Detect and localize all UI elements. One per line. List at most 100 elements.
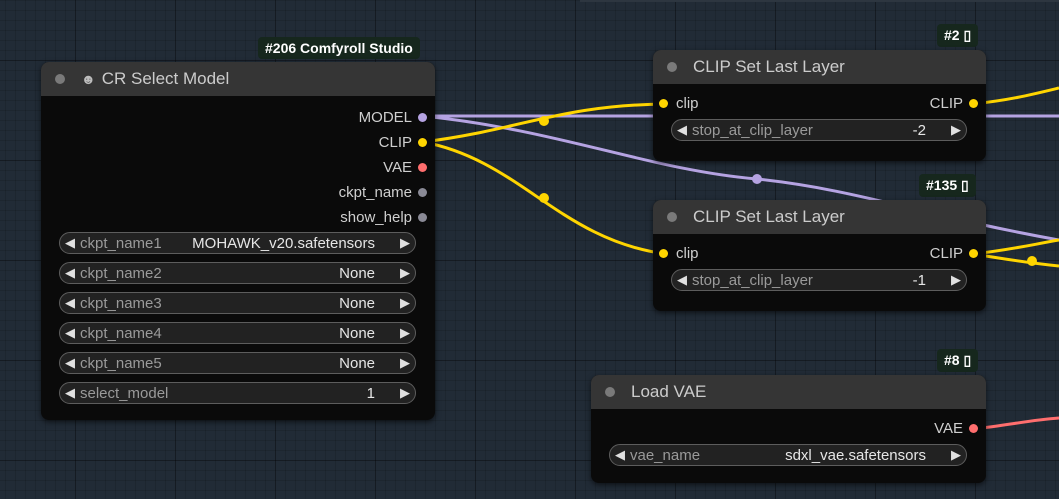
cr-select-model-node[interactable]: ☻ CR Select Model MODEL CLIP VAE ckpt_na… bbox=[41, 62, 435, 420]
combo-widget-vae-name[interactable]: ◀ vae_name sdxl_vae.safetensors ▶ bbox=[609, 444, 967, 466]
number-widget-stop-at-clip-layer[interactable]: ◀ stop_at_clip_layer -1 ▶ bbox=[671, 269, 967, 291]
widget-value: None bbox=[339, 264, 375, 282]
right-arrow-icon[interactable]: ▶ bbox=[395, 235, 415, 251]
left-arrow-icon[interactable]: ◀ bbox=[60, 235, 80, 251]
widget-label: ckpt_name1 bbox=[80, 234, 162, 252]
combo-widget-ckpt-name4[interactable]: ◀ ckpt_name4 None ▶ bbox=[59, 322, 416, 344]
node-id-badge: #206 Comfyroll Studio bbox=[258, 37, 420, 59]
avatar-icon: ☻ bbox=[81, 71, 96, 87]
clip-set-last-layer-node[interactable]: CLIP Set Last Layer clip CLIP ◀ stop_at_… bbox=[653, 50, 986, 161]
wire-reroute-dot bbox=[539, 116, 549, 126]
node-title: Load VAE bbox=[631, 382, 707, 401]
clip-socket[interactable] bbox=[969, 99, 978, 108]
widget-value: sdxl_vae.safetensors bbox=[785, 446, 926, 464]
node-title: CLIP Set Last Layer bbox=[693, 207, 845, 226]
left-arrow-icon[interactable]: ◀ bbox=[60, 355, 80, 371]
node-header[interactable]: CLIP Set Last Layer bbox=[653, 200, 986, 234]
load-vae-node[interactable]: Load VAE VAE ◀ vae_name sdxl_vae.safeten… bbox=[591, 375, 986, 483]
clip-socket[interactable] bbox=[659, 99, 668, 108]
node-id-badge: #2 ▯ bbox=[937, 24, 979, 47]
output-vae[interactable]: VAE bbox=[383, 159, 427, 176]
number-widget-stop-at-clip-layer[interactable]: ◀ stop_at_clip_layer -2 ▶ bbox=[671, 119, 967, 141]
wire-reroute-dot bbox=[539, 193, 549, 203]
output-vae[interactable]: VAE bbox=[934, 420, 978, 437]
left-arrow-icon[interactable]: ◀ bbox=[60, 265, 80, 281]
node-header[interactable]: CLIP Set Last Layer bbox=[653, 50, 986, 84]
right-arrow-icon[interactable]: ▶ bbox=[946, 447, 966, 463]
widget-label: ckpt_name2 bbox=[80, 264, 162, 282]
model-socket[interactable] bbox=[418, 113, 427, 122]
node-title: CLIP Set Last Layer bbox=[693, 57, 845, 76]
left-arrow-icon[interactable]: ◀ bbox=[672, 122, 692, 138]
output-clip[interactable]: CLIP bbox=[930, 95, 978, 112]
combo-widget-ckpt-name2[interactable]: ◀ ckpt_name2 None ▶ bbox=[59, 262, 416, 284]
vae-socket[interactable] bbox=[418, 163, 427, 172]
widget-label: vae_name bbox=[630, 446, 701, 464]
output-label: show_help bbox=[340, 209, 412, 226]
wire-reroute-dot bbox=[1027, 256, 1037, 266]
widget-value: -1 bbox=[912, 271, 926, 289]
output-label: ckpt_name bbox=[338, 184, 412, 201]
output-clip[interactable]: CLIP bbox=[930, 245, 978, 262]
input-clip[interactable]: clip bbox=[659, 245, 699, 262]
string-socket[interactable] bbox=[418, 188, 427, 197]
output-ckpt-name[interactable]: ckpt_name bbox=[339, 184, 427, 201]
widget-label: stop_at_clip_layer bbox=[692, 271, 813, 289]
input-clip[interactable]: clip bbox=[659, 95, 699, 112]
collapse-toggle[interactable] bbox=[667, 212, 677, 222]
node-id-badge: #8 ▯ bbox=[937, 349, 979, 372]
node-title: CR Select Model bbox=[101, 69, 230, 88]
combo-widget-ckpt-name1[interactable]: ◀ ckpt_name1 MOHAWK_v20.safetensors ▶ bbox=[59, 232, 416, 254]
right-arrow-icon[interactable]: ▶ bbox=[395, 265, 415, 281]
right-arrow-icon[interactable]: ▶ bbox=[395, 325, 415, 341]
combo-widget-ckpt-name3[interactable]: ◀ ckpt_name3 None ▶ bbox=[59, 292, 416, 314]
input-label: clip bbox=[676, 95, 699, 112]
output-model[interactable]: MODEL bbox=[359, 109, 427, 126]
widget-label: ckpt_name4 bbox=[80, 324, 162, 342]
output-label: CLIP bbox=[929, 245, 963, 262]
node-id-badge: #135 ▯ bbox=[919, 174, 976, 197]
right-arrow-icon[interactable]: ▶ bbox=[395, 385, 415, 401]
output-show-help[interactable]: show_help bbox=[340, 209, 427, 226]
clip-socket[interactable] bbox=[659, 249, 668, 258]
vae-socket[interactable] bbox=[969, 424, 978, 433]
left-arrow-icon[interactable]: ◀ bbox=[672, 272, 692, 288]
output-label: MODEL bbox=[358, 109, 412, 126]
wire-reroute-dot bbox=[752, 174, 762, 184]
left-arrow-icon[interactable]: ◀ bbox=[60, 325, 80, 341]
node-header[interactable]: Load VAE bbox=[591, 375, 986, 409]
left-arrow-icon[interactable]: ◀ bbox=[610, 447, 630, 463]
right-arrow-icon[interactable]: ▶ bbox=[946, 272, 966, 288]
widget-value: None bbox=[339, 294, 375, 312]
right-arrow-icon[interactable]: ▶ bbox=[395, 355, 415, 371]
input-label: clip bbox=[676, 245, 699, 262]
widget-label: ckpt_name5 bbox=[80, 354, 162, 372]
number-widget-select-model[interactable]: ◀ select_model 1 ▶ bbox=[59, 382, 416, 404]
node-header[interactable]: ☻ CR Select Model bbox=[41, 62, 435, 96]
right-arrow-icon[interactable]: ▶ bbox=[395, 295, 415, 311]
left-arrow-icon[interactable]: ◀ bbox=[60, 385, 80, 401]
widget-value: 1 bbox=[366, 384, 375, 402]
output-label: VAE bbox=[383, 159, 412, 176]
right-arrow-icon[interactable]: ▶ bbox=[946, 122, 966, 138]
output-clip[interactable]: CLIP bbox=[379, 134, 427, 151]
widget-value: None bbox=[339, 354, 375, 372]
widget-label: stop_at_clip_layer bbox=[692, 121, 813, 139]
output-label: CLIP bbox=[929, 95, 963, 112]
clip-set-last-layer-node[interactable]: CLIP Set Last Layer clip CLIP ◀ stop_at_… bbox=[653, 200, 986, 311]
output-label: VAE bbox=[934, 420, 963, 437]
widget-value: -2 bbox=[912, 121, 926, 139]
collapse-toggle[interactable] bbox=[605, 387, 615, 397]
collapse-toggle[interactable] bbox=[55, 74, 65, 84]
combo-widget-ckpt-name5[interactable]: ◀ ckpt_name5 None ▶ bbox=[59, 352, 416, 374]
clip-socket[interactable] bbox=[418, 138, 427, 147]
string-socket[interactable] bbox=[418, 213, 427, 222]
output-label: CLIP bbox=[378, 134, 412, 151]
widget-label: select_model bbox=[80, 384, 169, 402]
collapse-toggle[interactable] bbox=[667, 62, 677, 72]
widget-value: None bbox=[339, 324, 375, 342]
widget-label: ckpt_name3 bbox=[80, 294, 162, 312]
widget-value: MOHAWK_v20.safetensors bbox=[192, 234, 375, 252]
left-arrow-icon[interactable]: ◀ bbox=[60, 295, 80, 311]
clip-socket[interactable] bbox=[969, 249, 978, 258]
